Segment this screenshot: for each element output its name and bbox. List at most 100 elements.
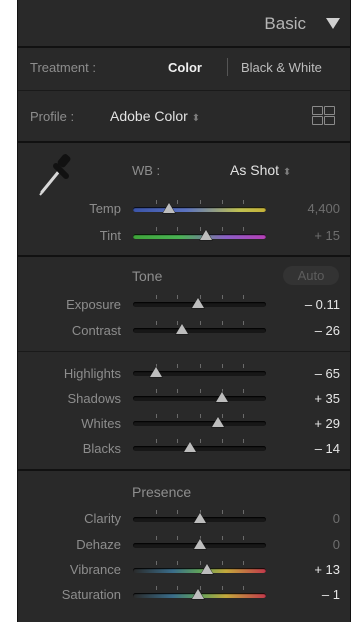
treatment-color-option[interactable]: Color	[168, 60, 202, 75]
profile-dropdown[interactable]: Adobe Color ⬍	[110, 108, 200, 124]
divider	[18, 46, 350, 48]
wb-value: As Shot	[230, 162, 280, 178]
profile-value: Adobe Color	[110, 108, 188, 124]
tick-mark	[156, 510, 157, 514]
tick-mark	[243, 561, 244, 565]
saturation-slider-thumb[interactable]	[191, 588, 206, 600]
dehaze-slider-thumb[interactable]	[192, 538, 207, 550]
saturation-value[interactable]: – 1	[280, 587, 340, 602]
slider-ticks	[133, 321, 266, 329]
dehaze-label: Dehaze	[76, 537, 121, 552]
tick-mark	[243, 586, 244, 590]
wb-label: WB :	[132, 163, 161, 178]
tick-mark	[156, 561, 157, 565]
temp-slider-thumb[interactable]	[161, 202, 176, 214]
tick-mark	[156, 414, 157, 418]
collapse-triangle-icon[interactable]	[326, 18, 340, 29]
tick-mark	[177, 414, 178, 418]
temp-label: Temp	[89, 201, 121, 216]
shadows-slider-thumb[interactable]	[215, 391, 230, 403]
presence-section-title: Presence	[132, 484, 192, 500]
divider	[18, 351, 350, 352]
highlights-label: Highlights	[63, 366, 121, 381]
treatment-bw-option[interactable]: Black & White	[241, 60, 322, 75]
tick-mark	[177, 510, 178, 514]
tick-mark	[243, 414, 244, 418]
tick-mark	[177, 227, 178, 231]
tick-mark	[243, 364, 244, 368]
slider-ticks	[133, 200, 266, 208]
divider	[18, 469, 350, 471]
highlights-slider-thumb[interactable]	[148, 366, 163, 378]
dehaze-value[interactable]: 0	[280, 537, 340, 552]
tick-mark	[243, 295, 244, 299]
contrast-slider-thumb[interactable]	[175, 323, 190, 335]
basic-panel: Basic Treatment : Color Black & White Pr…	[17, 0, 351, 622]
updown-arrow-icon: ⬍	[191, 113, 201, 124]
slider-ticks	[133, 439, 266, 447]
tick-mark	[222, 200, 223, 204]
vibrance-label: Vibrance	[69, 562, 121, 577]
tick-mark	[243, 227, 244, 231]
tone-section-title: Tone	[132, 268, 163, 284]
tick-mark	[222, 510, 223, 514]
auto-tone-button[interactable]: Auto	[283, 266, 339, 285]
vibrance-slider-thumb[interactable]	[200, 563, 215, 575]
clarity-value[interactable]: 0	[280, 511, 340, 526]
saturation-label: Saturation	[61, 587, 121, 602]
exposure-value[interactable]: – 0.11	[280, 297, 340, 312]
tick-mark	[156, 200, 157, 204]
divider	[18, 255, 350, 257]
tick-mark	[222, 295, 223, 299]
tick-mark	[222, 561, 223, 565]
tick-mark	[177, 536, 178, 540]
contrast-value[interactable]: – 26	[280, 323, 340, 338]
blacks-label: Blacks	[82, 441, 121, 456]
whites-value[interactable]: + 29	[280, 416, 340, 431]
tick-mark	[243, 439, 244, 443]
shadows-label: Shadows	[67, 391, 121, 406]
divider	[18, 141, 350, 143]
tick-mark	[177, 200, 178, 204]
tick-mark	[222, 364, 223, 368]
tick-mark	[156, 536, 157, 540]
panel-title: Basic	[264, 14, 306, 33]
exposure-label: Exposure	[66, 297, 121, 312]
tick-mark	[222, 536, 223, 540]
blacks-value[interactable]: – 14	[280, 441, 340, 456]
tick-mark	[222, 227, 223, 231]
tick-mark	[200, 200, 201, 204]
tick-mark	[200, 321, 201, 325]
profile-label: Profile :	[30, 109, 75, 124]
tick-mark	[243, 510, 244, 514]
treatment-divider	[227, 58, 228, 76]
highlights-value[interactable]: – 65	[280, 366, 340, 381]
tick-mark	[200, 414, 201, 418]
tick-mark	[156, 586, 157, 590]
vibrance-value[interactable]: + 13	[280, 562, 340, 577]
temp-value[interactable]: 4,400	[280, 201, 340, 216]
blacks-slider-thumb[interactable]	[183, 441, 198, 453]
tint-label: Tint	[99, 228, 121, 243]
tint-value[interactable]: + 15	[280, 228, 340, 243]
tick-mark	[177, 364, 178, 368]
tick-mark	[156, 389, 157, 393]
tick-mark	[200, 439, 201, 443]
exposure-slider-thumb[interactable]	[191, 297, 206, 309]
panel-header[interactable]: Basic	[18, 0, 350, 46]
whites-slider-thumb[interactable]	[211, 416, 226, 428]
tick-mark	[177, 561, 178, 565]
shadows-value[interactable]: + 35	[280, 391, 340, 406]
whites-label: Whites	[81, 416, 121, 431]
tick-mark	[156, 321, 157, 325]
tick-mark	[243, 200, 244, 204]
divider	[18, 90, 350, 91]
tint-slider-thumb[interactable]	[199, 229, 214, 241]
tick-mark	[243, 389, 244, 393]
slider-ticks	[133, 414, 266, 422]
clarity-slider-thumb[interactable]	[192, 512, 207, 524]
tick-mark	[243, 321, 244, 325]
tick-mark	[156, 295, 157, 299]
white-balance-selector-icon[interactable]	[34, 150, 74, 196]
wb-dropdown[interactable]: As Shot ⬍	[230, 162, 291, 178]
